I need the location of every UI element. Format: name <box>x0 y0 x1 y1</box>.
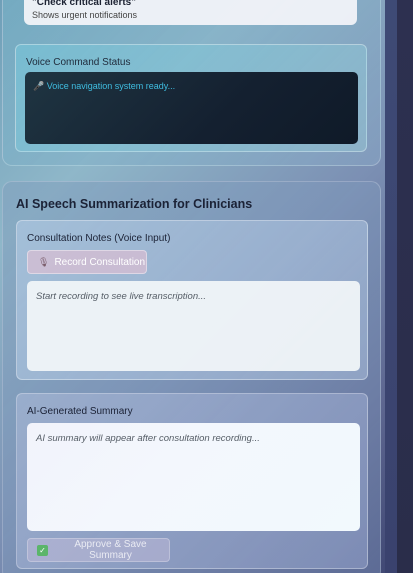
transcription-placeholder: Start recording to see live transcriptio… <box>36 291 207 302</box>
ai-summary-output[interactable]: AI summary will appear after consultatio… <box>27 423 360 531</box>
microphone-icon: 🎙 <box>38 256 50 267</box>
record-consultation-label: Record Consultation <box>54 256 146 268</box>
consultation-notes-card: Consultation Notes (Voice Input) 🎙 Recor… <box>16 220 368 380</box>
page-scrollbar-track[interactable] <box>397 0 413 573</box>
record-consultation-button[interactable]: 🎙 Record Consultation <box>27 250 147 274</box>
speech-summarization-section: AI Speech Summarization for Clinicians C… <box>2 181 381 573</box>
command-example-title: "Check critical alerts" <box>32 0 136 8</box>
consultation-notes-label: Consultation Notes (Voice Input) <box>27 233 171 244</box>
approve-save-summary-label: Approve & Save Summary <box>74 539 147 561</box>
ai-summary-card: AI-Generated Summary AI summary will app… <box>16 393 368 569</box>
voice-status-display: 🎤 Voice navigation system ready... <box>25 72 358 144</box>
page-edge-strip <box>385 0 397 573</box>
summary-placeholder: AI summary will appear after consultatio… <box>36 433 260 444</box>
voice-status-text: 🎤 Voice navigation system ready... <box>33 81 176 91</box>
check-icon: ✓ <box>37 544 48 556</box>
approve-save-summary-button[interactable]: ✓ Approve & Save Summary <box>27 538 170 562</box>
section-title: AI Speech Summarization for Clinicians <box>16 197 253 211</box>
command-example-description: Shows urgent notifications <box>32 10 138 20</box>
live-transcription-area[interactable]: Start recording to see live transcriptio… <box>27 281 360 371</box>
voice-command-status-panel: Voice Command Status 🎤 Voice navigation … <box>15 44 367 152</box>
ai-summary-label: AI-Generated Summary <box>27 406 133 417</box>
voice-command-status-label: Voice Command Status <box>26 57 131 68</box>
voice-command-example-card: "Check critical alerts" Shows urgent not… <box>24 0 357 25</box>
